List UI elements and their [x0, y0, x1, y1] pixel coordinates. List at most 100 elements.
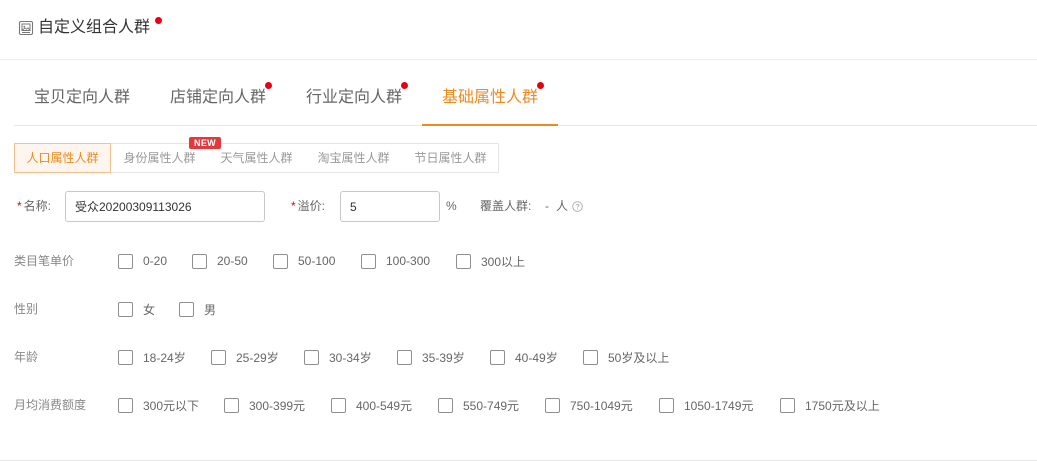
spend-option-1750-plus[interactable]: 1750元及以上 — [780, 395, 880, 415]
price-option-20-50[interactable]: 20-50 — [192, 251, 273, 271]
tab-industry-targeting[interactable]: 行业定向人群 — [286, 72, 422, 125]
image-icon — [18, 20, 34, 36]
checkbox[interactable] — [456, 253, 471, 269]
option-label: 400-549元 — [356, 398, 413, 413]
option-label: 30-34岁 — [329, 350, 372, 365]
checkbox[interactable] — [192, 253, 207, 269]
price-option-50-100[interactable]: 50-100 — [273, 251, 361, 271]
spend-option-under-300[interactable]: 300元以下 — [118, 395, 224, 415]
option-label: 35-39岁 — [422, 350, 465, 365]
option-label: 18-24岁 — [143, 350, 186, 365]
tab-label: 店铺定向人群 — [170, 89, 267, 106]
active-tab-indicator — [422, 124, 559, 126]
subtab-holiday[interactable]: 节日属性人群 — [402, 143, 499, 173]
required-mark: * — [291, 199, 296, 213]
filter-row-monthly-spend: 月均消费额度 300元以下 300-399元 400-549元 550-749元… — [0, 395, 1037, 415]
tab-item-targeting[interactable]: 宝贝定向人群 — [14, 72, 150, 125]
subtab-label: 节日属性人群 — [414, 151, 487, 165]
option-label: 300以上 — [481, 254, 526, 269]
option-label: 1050-1749元 — [684, 398, 754, 413]
option-label: 300-399元 — [249, 398, 306, 413]
premium-label-text: 溢价: — [297, 199, 326, 213]
option-label: 550-749元 — [463, 398, 520, 413]
coverage-unit: 人 — [556, 199, 569, 213]
subtab-label: 淘宝属性人群 — [317, 151, 390, 165]
price-option-100-300[interactable]: 100-300 — [361, 251, 456, 271]
age-option-25-29[interactable]: 25-29岁 — [211, 347, 304, 367]
option-group: 300元以下 300-399元 400-549元 550-749元 750-10… — [118, 395, 880, 415]
gender-option-male[interactable]: 男 — [179, 299, 216, 319]
checkbox[interactable] — [545, 397, 560, 413]
required-mark: * — [17, 199, 22, 213]
question-circle-icon[interactable] — [572, 201, 583, 212]
checkbox[interactable] — [438, 397, 453, 413]
notification-dot — [265, 82, 273, 89]
checkbox[interactable] — [780, 397, 795, 413]
checkbox[interactable] — [179, 301, 194, 317]
subtab-taobao[interactable]: 淘宝属性人群 — [305, 143, 402, 173]
filter-label: 月均消费额度 — [14, 398, 87, 412]
age-option-35-39[interactable]: 35-39岁 — [397, 347, 490, 367]
option-label: 0-20 — [143, 254, 168, 268]
bottom-divider — [0, 460, 1037, 461]
filter-row-category-price: 类目笔单价 0-20 20-50 50-100 100-300 300以上 — [0, 251, 1037, 271]
audience-form-row: *名称: *溢价: % 覆盖人群: - 人 — [0, 191, 1037, 222]
tab-store-targeting[interactable]: 店铺定向人群 — [150, 72, 286, 125]
tab-label: 宝贝定向人群 — [34, 89, 131, 106]
option-group: 0-20 20-50 50-100 100-300 300以上 — [118, 251, 525, 271]
option-label: 50岁及以上 — [608, 350, 670, 365]
premium-field-label: * 溢价: — [291, 191, 325, 222]
subtab-weather[interactable]: 天气属性人群 — [208, 143, 305, 173]
page-title: 自定义组合人群 — [38, 17, 163, 37]
option-label: 100-300 — [386, 254, 431, 268]
subtab-identity[interactable]: 身份属性人群 NEW — [111, 137, 221, 173]
checkbox[interactable] — [224, 397, 239, 413]
subtab-demographic[interactable]: 人口属性人群 — [14, 143, 111, 173]
checkbox[interactable] — [118, 349, 133, 365]
coverage-label: 覆盖人群: — [480, 199, 532, 213]
checkbox[interactable] — [118, 253, 133, 269]
gender-option-female[interactable]: 女 — [118, 299, 179, 319]
checkbox[interactable] — [211, 349, 226, 365]
checkbox[interactable] — [397, 349, 412, 365]
spend-option-1050-1749[interactable]: 1050-1749元 — [659, 395, 780, 415]
checkbox[interactable] — [273, 253, 288, 269]
name-label-text: 名称: — [23, 199, 52, 213]
tab-bar: 宝贝定向人群 店铺定向人群 行业定向人群 基础属性人群 — [14, 72, 1037, 126]
spend-option-750-1049[interactable]: 750-1049元 — [545, 395, 659, 415]
checkbox[interactable] — [659, 397, 674, 413]
tab-label-wrap: 行业定向人群 — [306, 82, 409, 106]
age-option-18-24[interactable]: 18-24岁 — [118, 347, 211, 367]
checkbox[interactable] — [490, 349, 505, 365]
spend-option-400-549[interactable]: 400-549元 — [331, 395, 438, 415]
premium-input[interactable] — [340, 191, 440, 222]
filter-label: 类目笔单价 — [14, 254, 75, 268]
option-label: 300元以下 — [143, 398, 200, 413]
age-option-40-49[interactable]: 40-49岁 — [490, 347, 583, 367]
checkbox[interactable] — [304, 349, 319, 365]
tab-basic-attributes[interactable]: 基础属性人群 — [422, 72, 559, 126]
option-label: 男 — [204, 302, 217, 317]
price-option-0-20[interactable]: 0-20 — [118, 251, 192, 271]
spend-option-550-749[interactable]: 550-749元 — [438, 395, 545, 415]
subtab-label: 人口属性人群 — [26, 151, 99, 165]
spend-option-300-399[interactable]: 300-399元 — [224, 395, 331, 415]
checkbox[interactable] — [331, 397, 346, 413]
tab-label: 行业定向人群 — [306, 89, 403, 106]
option-label: 750-1049元 — [570, 398, 633, 413]
checkbox[interactable] — [361, 253, 376, 269]
age-option-50-plus[interactable]: 50岁及以上 — [583, 347, 669, 367]
option-label: 女 — [143, 302, 156, 317]
price-option-300-plus[interactable]: 300以上 — [456, 251, 525, 271]
age-option-30-34[interactable]: 30-34岁 — [304, 347, 397, 367]
option-label: 50-100 — [298, 254, 336, 268]
tab-label: 基础属性人群 — [442, 89, 539, 106]
page-title-text: 自定义组合人群 — [38, 19, 151, 36]
audience-name-input[interactable] — [65, 191, 265, 222]
checkbox[interactable] — [583, 349, 598, 365]
checkbox[interactable] — [118, 397, 133, 413]
option-label: 25-29岁 — [236, 350, 279, 365]
page-header: 自定义组合人群 — [0, 0, 1037, 60]
checkbox[interactable] — [118, 301, 133, 317]
name-field-label: * 名称: — [17, 191, 51, 222]
